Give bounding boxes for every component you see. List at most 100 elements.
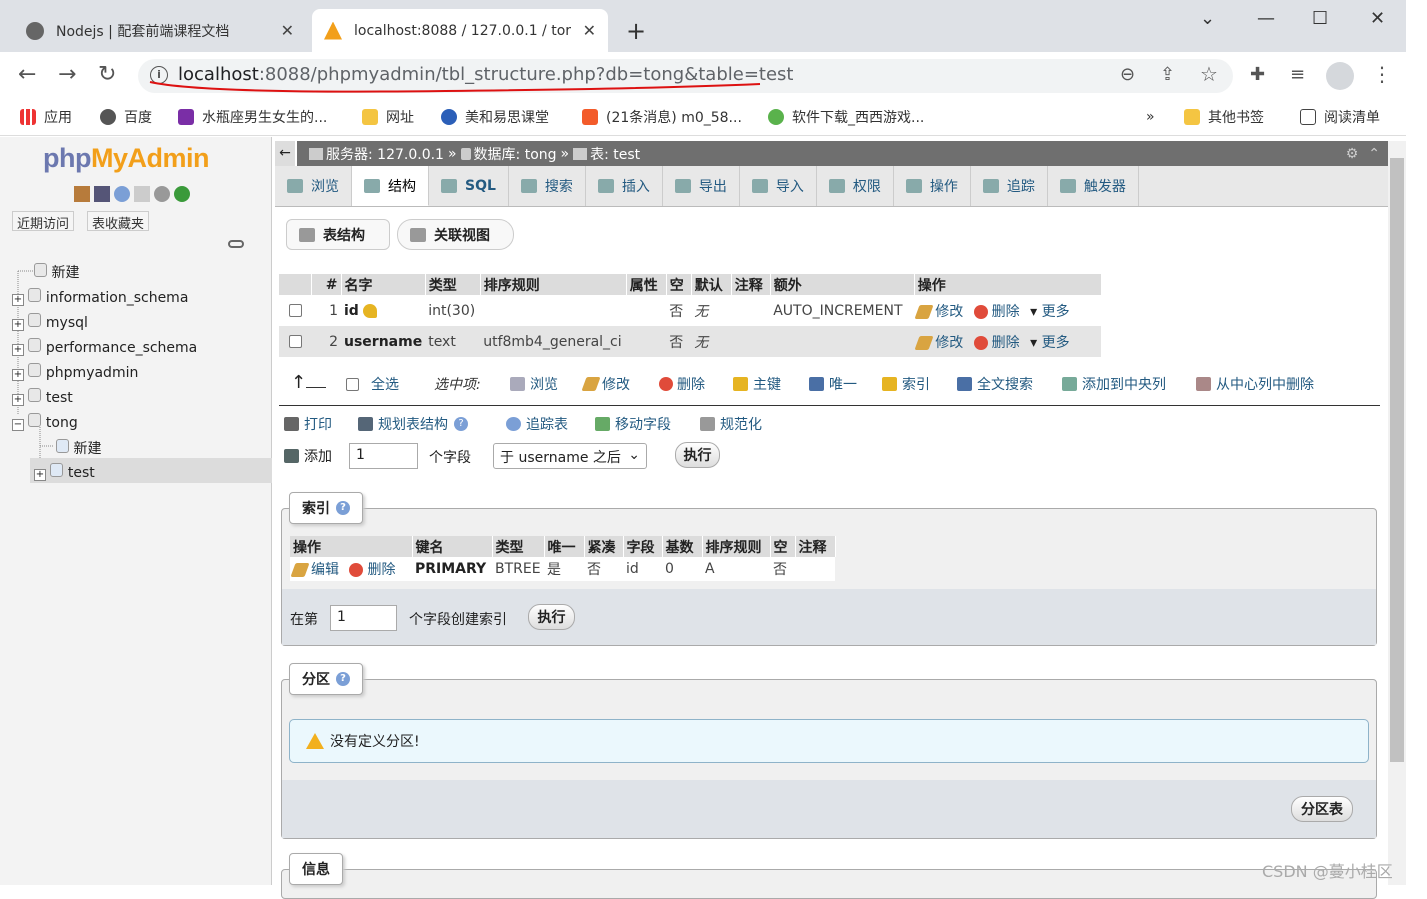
reload-icon[interactable]: ↻ bbox=[98, 62, 116, 87]
drop-action[interactable]: 删除 bbox=[973, 304, 1020, 320]
tree-item-new-db[interactable]: 新建 bbox=[34, 262, 79, 282]
add-go-button[interactable]: 执行 bbox=[675, 442, 720, 468]
docs-icon[interactable] bbox=[134, 186, 150, 202]
help-icon[interactable]: ? bbox=[454, 417, 468, 431]
recent-button[interactable]: 近期访问 bbox=[12, 211, 75, 232]
position-select[interactable]: 于 username 之后 ⌄ bbox=[493, 443, 647, 469]
subtab-table-structure[interactable]: 表结构 bbox=[286, 219, 390, 250]
bookmark-folder-urls[interactable]: 网址 bbox=[362, 107, 414, 127]
track-table-link[interactable]: 追踪表 bbox=[506, 414, 568, 434]
help-icon[interactable]: ? bbox=[336, 672, 350, 686]
check-all-checkbox[interactable] bbox=[346, 377, 359, 391]
tree-item-performance-schema[interactable]: + performance_schema bbox=[12, 338, 197, 356]
tab-browse[interactable]: 浏览 bbox=[275, 166, 352, 206]
forward-icon[interactable]: → bbox=[58, 62, 76, 87]
breadcrumb-db[interactable]: 数据库: tong bbox=[474, 144, 557, 164]
tree-item-tong[interactable]: − tong bbox=[12, 413, 78, 431]
bookmark-star-icon[interactable]: ☆ bbox=[1200, 62, 1218, 86]
create-index-count-input[interactable]: 1 bbox=[330, 605, 397, 631]
edit-action[interactable]: 修改 bbox=[914, 335, 963, 351]
back-icon[interactable]: ← bbox=[18, 62, 36, 87]
partition-table-button[interactable]: 分区表 bbox=[1291, 796, 1353, 822]
extensions-icon[interactable]: ✚ bbox=[1250, 64, 1265, 85]
settings-gear-icon[interactable]: ⚙ bbox=[1346, 146, 1359, 162]
browser-tab-phpmyadmin[interactable]: localhost:8088 / 127.0.0.1 / tor ✕ bbox=[312, 9, 608, 52]
expand-icon[interactable]: + bbox=[12, 394, 24, 406]
share-icon[interactable]: ⇪ bbox=[1160, 64, 1175, 85]
tab-tracking[interactable]: 追踪 bbox=[971, 166, 1048, 206]
expand-icon[interactable]: + bbox=[12, 319, 24, 331]
bulk-unique[interactable]: 唯一 bbox=[809, 374, 857, 394]
tab-import[interactable]: 导入 bbox=[740, 166, 817, 206]
normalize-link[interactable]: 规范化 bbox=[700, 414, 762, 434]
zoom-icon[interactable]: ⊖ bbox=[1120, 64, 1135, 85]
bookmark-apps[interactable]: 应用 bbox=[20, 107, 72, 127]
other-bookmarks[interactable]: 其他书签 bbox=[1184, 107, 1264, 127]
expand-icon[interactable]: + bbox=[34, 469, 46, 481]
tab-structure[interactable]: 结构 bbox=[352, 166, 429, 206]
bulk-browse[interactable]: 浏览 bbox=[510, 374, 558, 394]
tab-operations[interactable]: 操作 bbox=[894, 166, 971, 206]
help-icon[interactable]: ? bbox=[336, 501, 350, 515]
bookmark-aquarius[interactable]: 水瓶座男生女生的... bbox=[178, 107, 327, 127]
breadcrumb-server[interactable]: 服务器: 127.0.0.1 bbox=[326, 144, 444, 164]
drop-action[interactable]: 删除 bbox=[973, 335, 1020, 351]
maximize-icon[interactable]: ☐ bbox=[1312, 8, 1328, 29]
bulk-drop[interactable]: 删除 bbox=[659, 374, 705, 394]
tree-item-mysql[interactable]: + mysql bbox=[12, 313, 88, 331]
row-checkbox[interactable] bbox=[288, 335, 302, 348]
bookmarks-overflow[interactable]: » bbox=[1146, 109, 1155, 125]
close-icon[interactable]: ✕ bbox=[575, 21, 596, 40]
tab-search-icon[interactable]: ⌄ bbox=[1200, 8, 1215, 29]
bookmark-xixi[interactable]: 软件下载_西西游戏... bbox=[768, 107, 924, 127]
tree-item-phpmyadmin[interactable]: + phpmyadmin bbox=[12, 363, 138, 381]
favorites-button[interactable]: 表收藏夹 bbox=[87, 211, 150, 232]
tab-export[interactable]: 导出 bbox=[663, 166, 740, 206]
minimize-icon[interactable]: — bbox=[1257, 8, 1275, 29]
index-edit[interactable]: 编辑 bbox=[290, 562, 339, 578]
bulk-change[interactable]: 修改 bbox=[581, 374, 630, 394]
tree-item-information-schema[interactable]: + information_schema bbox=[12, 288, 188, 306]
gear-icon[interactable] bbox=[154, 186, 170, 202]
scrollbar-thumb[interactable] bbox=[1390, 158, 1404, 762]
row-checkbox[interactable] bbox=[288, 304, 302, 317]
edit-action[interactable]: 修改 bbox=[914, 304, 963, 320]
tree-item-table-test[interactable]: + test bbox=[34, 463, 95, 481]
reading-list[interactable]: 阅读清单 bbox=[1300, 107, 1380, 127]
more-dropdown[interactable]: ▾ 更多 bbox=[1030, 304, 1069, 320]
create-index-go-button[interactable]: 执行 bbox=[528, 604, 575, 630]
expand-icon[interactable]: + bbox=[12, 369, 24, 381]
home-icon[interactable] bbox=[74, 186, 90, 202]
bulk-fulltext[interactable]: 全文搜索 bbox=[957, 374, 1033, 394]
collapse-icon[interactable]: − bbox=[12, 419, 24, 431]
expand-icon[interactable]: + bbox=[12, 294, 24, 306]
bulk-index[interactable]: 索引 bbox=[882, 374, 930, 394]
tab-search[interactable]: 搜索 bbox=[509, 166, 586, 206]
check-all-label[interactable]: 全选 bbox=[371, 374, 399, 394]
bookmark-csdn[interactable]: (21条消息) m0_58... bbox=[582, 107, 742, 127]
subtab-relation-view[interactable]: 关联视图 bbox=[397, 219, 514, 250]
bulk-add-central[interactable]: 添加到中央列 bbox=[1062, 374, 1166, 394]
tree-item-test[interactable]: + test bbox=[12, 388, 73, 406]
check-all[interactable]: 全选 bbox=[346, 374, 399, 394]
menu-icon[interactable]: ⋮ bbox=[1372, 62, 1392, 86]
bulk-remove-central[interactable]: 从中心列中删除 bbox=[1196, 374, 1314, 394]
print-link[interactable]: 打印 bbox=[284, 414, 332, 434]
link-icon[interactable] bbox=[228, 240, 244, 248]
col-header[interactable]: # bbox=[311, 274, 342, 295]
bulk-primary[interactable]: 主键 bbox=[733, 374, 781, 394]
media-icon[interactable]: ≡ bbox=[1290, 64, 1305, 85]
expand-icon[interactable]: + bbox=[12, 344, 24, 356]
index-drop[interactable]: 删除 bbox=[349, 562, 395, 578]
profile-avatar-icon[interactable] bbox=[1326, 62, 1354, 90]
phpmyadmin-logo[interactable]: phpMyAdmin bbox=[43, 143, 209, 174]
logout-icon[interactable] bbox=[94, 186, 110, 202]
propose-structure-link[interactable]: 规划表结构? bbox=[358, 414, 468, 434]
browser-tab-nodejs[interactable]: Nodejs | 配套前端课程文档 ✕ bbox=[14, 9, 306, 52]
bookmark-meihe[interactable]: 美和易思课堂 bbox=[441, 107, 549, 127]
reload-nav-icon[interactable] bbox=[174, 186, 190, 202]
more-dropdown[interactable]: ▾ 更多 bbox=[1030, 335, 1069, 351]
collapse-nav-icon[interactable]: ← bbox=[275, 141, 295, 166]
new-tab-button[interactable]: + bbox=[626, 17, 646, 45]
bookmark-baidu[interactable]: 百度 bbox=[100, 107, 152, 127]
